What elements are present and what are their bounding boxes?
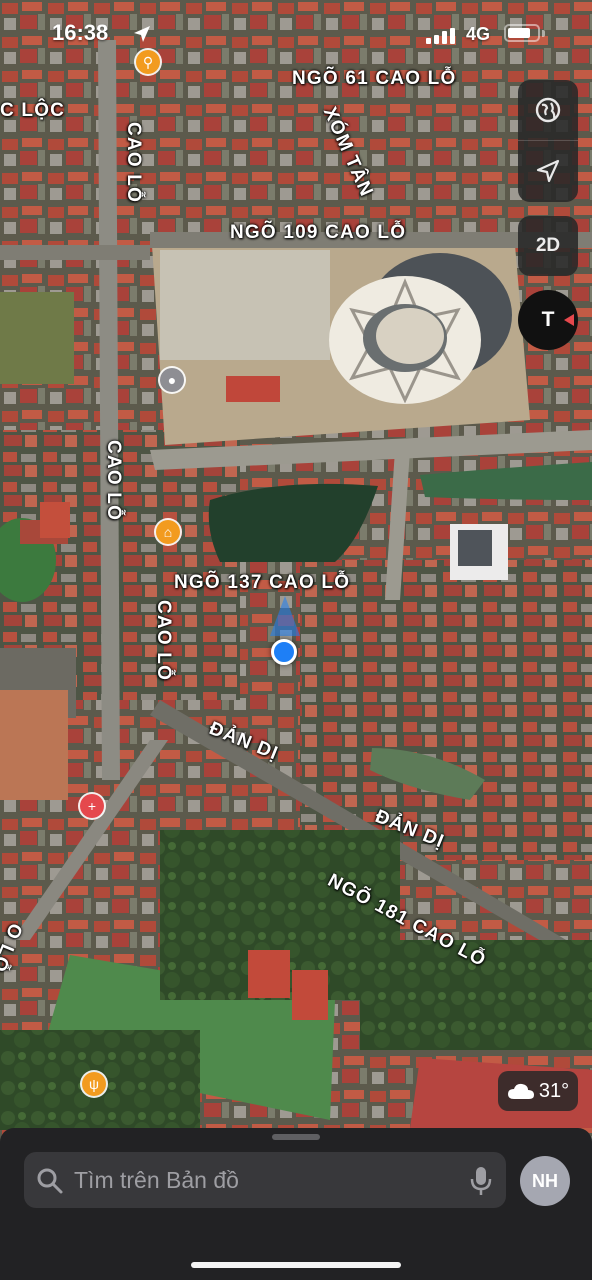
cloud-icon [507, 1083, 534, 1099]
map-controls [518, 80, 578, 202]
sheet-grabber[interactable] [272, 1134, 320, 1140]
signal-bars-icon [426, 28, 455, 44]
microphone-icon[interactable] [470, 1165, 492, 1197]
status-bar: 16:38 4G [0, 0, 592, 70]
weather-badge[interactable]: 31° [498, 1071, 578, 1111]
profile-avatar[interactable]: NH [520, 1156, 570, 1206]
bottom-sheet[interactable]: Tìm trên Bản đồ NH [0, 1128, 592, 1280]
globe-icon [535, 97, 561, 123]
compass-label: T [541, 308, 555, 331]
location-arrow-outline-icon [536, 159, 560, 183]
search-bar[interactable]: Tìm trên Bản đồ [24, 1152, 506, 1208]
home-indicator [191, 1262, 401, 1268]
compass-needle-icon [564, 314, 574, 326]
battery-cap [542, 30, 545, 37]
search-input[interactable]: Tìm trên Bản đồ [74, 1167, 239, 1194]
search-icon [37, 1168, 63, 1194]
compass-button[interactable]: T [518, 290, 578, 350]
temperature: 31° [538, 1079, 570, 1102]
track-location-button[interactable] [518, 141, 578, 201]
map-mode-button[interactable] [518, 80, 578, 140]
network-type: 4G [466, 24, 491, 44]
view-2d-button[interactable]: 2D [518, 216, 578, 276]
status-time: 16:38 [52, 20, 109, 45]
location-arrow-icon [134, 26, 150, 42]
battery-level [508, 28, 531, 38]
battery-icon [504, 24, 540, 42]
